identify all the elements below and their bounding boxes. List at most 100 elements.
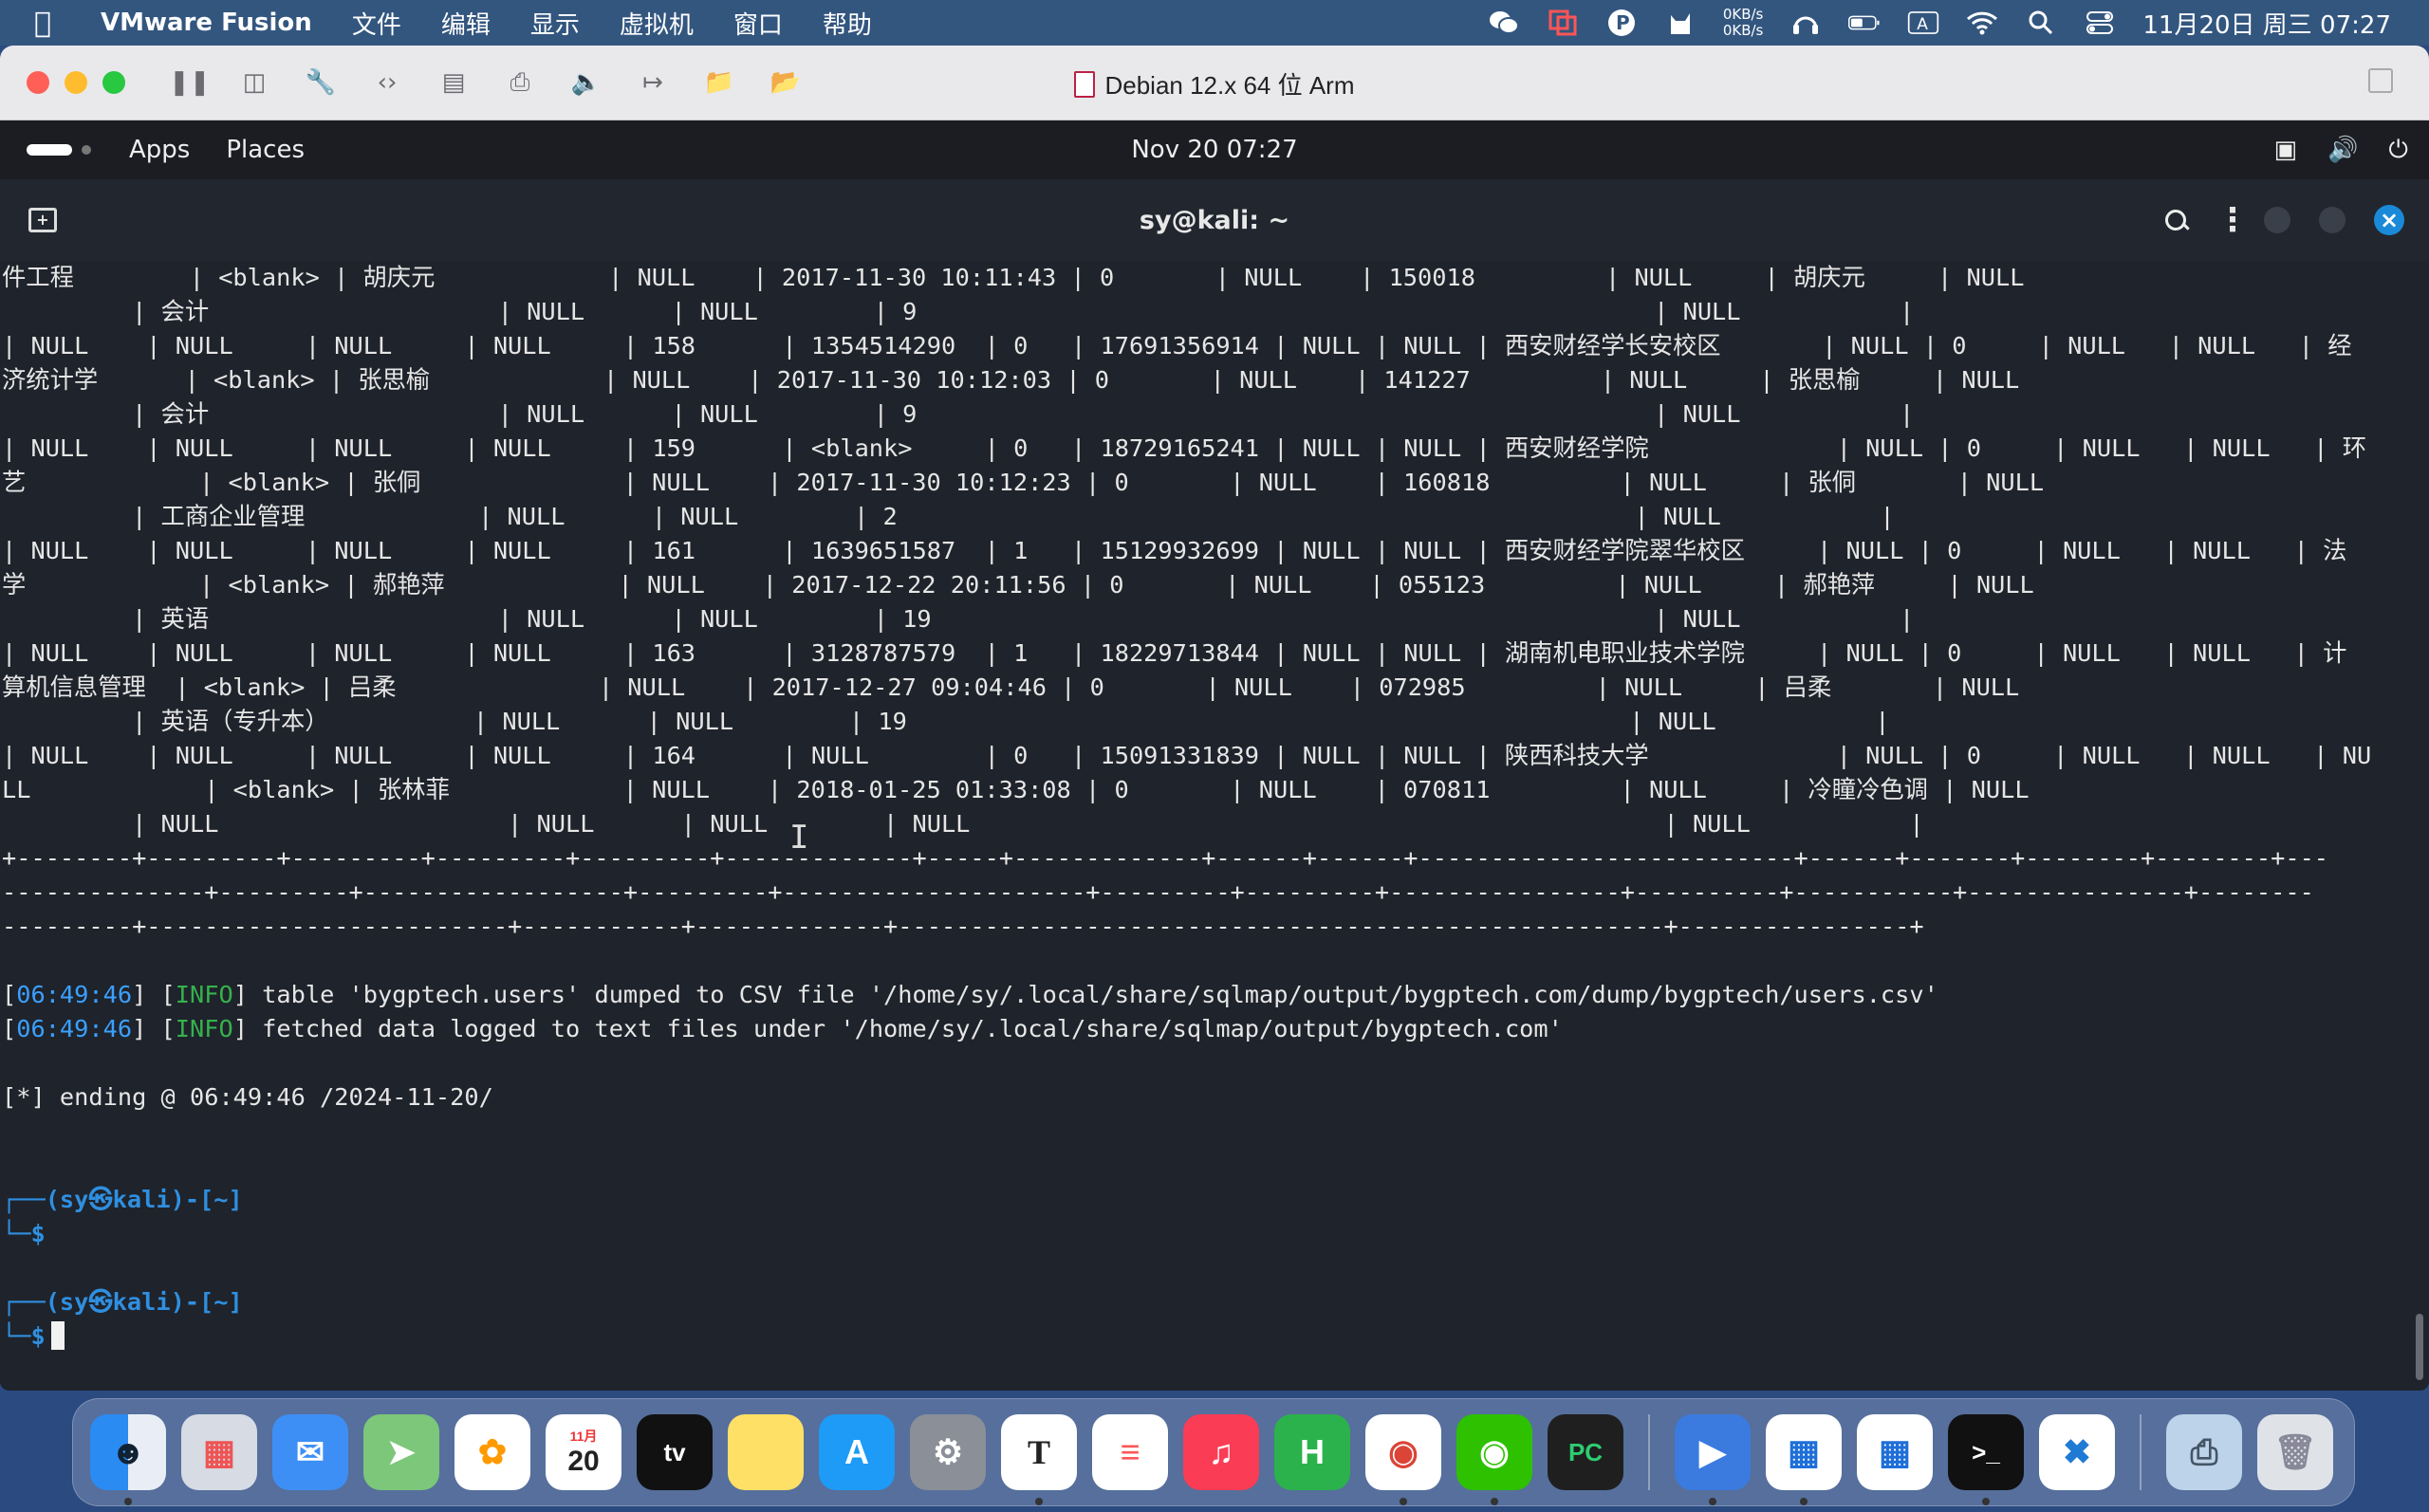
- terminal-headerbar: + sy@kali: ~ ⋮ ×: [0, 179, 2429, 261]
- macos-dock: ☻ ▦ ✉ ➤ ✿ 11月 20 tv A ⚙ T ≡ ♫ H ◉ ◉ PC ▶ …: [72, 1398, 2355, 1506]
- svg-text:P: P: [1616, 11, 1630, 34]
- maximize-dot-button[interactable]: [2319, 207, 2346, 233]
- gnome-datetime[interactable]: Nov 20 07:27: [0, 136, 2429, 164]
- log-level: INFO: [175, 1015, 233, 1042]
- table-line: | 会计 | NULL | NULL | 9 | NULL |: [2, 400, 1915, 428]
- trash-icon[interactable]: 🗑: [2257, 1414, 2333, 1490]
- menu-kebab-icon[interactable]: ⋮: [2216, 201, 2249, 239]
- wechat-status-icon[interactable]: [1488, 9, 1520, 37]
- photos-icon[interactable]: ✿: [454, 1414, 530, 1490]
- finder-icon[interactable]: ☻: [90, 1414, 166, 1505]
- gnome-top-bar: Apps Places Nov 20 07:27 ▣ 🔊 ⏻: [0, 120, 2429, 179]
- input-method-icon[interactable]: A: [1907, 9, 1939, 37]
- menu-vm[interactable]: 虚拟机: [620, 6, 694, 41]
- places-menu[interactable]: Places: [226, 136, 305, 164]
- log-timestamp: 06:49:46: [16, 981, 133, 1008]
- table-line: 艺 | <blank> | 张侗 | NULL | 2017-11-30 10:…: [2, 469, 2045, 496]
- battery-icon[interactable]: [1848, 9, 1881, 37]
- active-prompt[interactable]: └─$: [2, 1319, 2429, 1354]
- power-icon[interactable]: ⏻: [2388, 136, 2408, 165]
- apple-icon[interactable]: : [34, 7, 82, 40]
- table-border-line: --------------+---------+---------------…: [2, 878, 2314, 906]
- mail-icon[interactable]: ✉: [272, 1414, 348, 1490]
- menu-window[interactable]: 窗口: [733, 6, 783, 41]
- maps-icon[interactable]: ➤: [363, 1414, 439, 1490]
- dock-separator: [1648, 1414, 1650, 1490]
- text-cursor: [50, 1321, 65, 1350]
- system-settings-icon[interactable]: ⚙: [910, 1414, 986, 1490]
- table-line: | NULL | NULL | NULL | NULL | 161 | 1639…: [2, 537, 2347, 564]
- new-tab-icon[interactable]: +: [28, 208, 57, 232]
- launchpad-icon[interactable]: ▦: [181, 1414, 257, 1490]
- restore-window-icon[interactable]: [2368, 68, 2393, 93]
- vmware-fusion-icon[interactable]: ▦: [1766, 1414, 1842, 1505]
- music-icon[interactable]: ♫: [1183, 1414, 1259, 1490]
- wifi-icon[interactable]: [1966, 9, 1998, 37]
- menubar-status-area: P 0KB/s 0KB/s A 11月20日 周三 07:27: [1488, 6, 2391, 41]
- gnome-system-tray: ▣ 🔊 ⏻: [2273, 136, 2408, 165]
- ending-line: [*] ending @ 06:49:46 /2024-11-20/: [2, 1083, 493, 1111]
- minimize-dot-button[interactable]: [2264, 207, 2290, 233]
- typora-icon[interactable]: T: [1001, 1414, 1077, 1505]
- log-timestamp: 06:49:46: [16, 1015, 133, 1042]
- terminal-scrollbar[interactable]: [2416, 1314, 2423, 1380]
- app-store-icon[interactable]: A: [819, 1414, 895, 1490]
- table-line: | NULL | NULL | NULL | NULL | NULL |: [2, 810, 1924, 838]
- chrome-icon[interactable]: ◉: [1365, 1414, 1441, 1505]
- table-line: LL | <blank> | 张林菲 | NULL | 2018-01-25 0…: [2, 776, 2030, 803]
- prompt-header: ┌──(sy㉿kali)-[~]: [2, 1186, 243, 1213]
- log-message: table 'bygptech.users' dumped to CSV fil…: [247, 981, 1938, 1008]
- vmware-window: ❚❚ ◫ 🔧 ‹› ▤ ⎙ 🔈 ↦ 📁 📂 Debian 12.x 64 位 A…: [0, 46, 2429, 1391]
- table-line: | 英语 | NULL | NULL | 19 | NULL |: [2, 605, 1915, 633]
- menubar-clock[interactable]: 11月20日 周三 07:27: [2142, 6, 2391, 41]
- table-line: 学 | <blank> | 郝艳萍 | NULL | 2017-12-22 20…: [2, 571, 2034, 599]
- search-icon[interactable]: [2163, 208, 2188, 232]
- table-line: | NULL | NULL | NULL | NULL | 163 | 3128…: [2, 639, 2347, 667]
- table-line: | NULL | NULL | NULL | NULL | 164 | NULL…: [2, 742, 2372, 769]
- proxy-p-icon[interactable]: P: [1605, 9, 1638, 37]
- hbuilder-icon[interactable]: H: [1274, 1414, 1350, 1490]
- close-terminal-button[interactable]: ×: [2374, 205, 2404, 235]
- pycharm-icon[interactable]: PC: [1548, 1414, 1623, 1490]
- menu-file[interactable]: 文件: [352, 6, 401, 41]
- table-line: 算机信息管理 | <blank> | 吕柔 | NULL | 2017-12-2…: [2, 673, 2020, 701]
- terminal-icon[interactable]: >_: [1948, 1414, 2024, 1505]
- menu-edit[interactable]: 编辑: [441, 6, 491, 41]
- table-line: | 英语（专升本） | NULL | NULL | 19 | NULL |: [2, 708, 1890, 735]
- media-player-icon[interactable]: ▶: [1675, 1414, 1751, 1505]
- reminders-icon[interactable]: ≡: [1092, 1414, 1168, 1490]
- vmware-fusion-alt-icon[interactable]: ▦: [1857, 1414, 1933, 1490]
- control-center-icon[interactable]: [2084, 9, 2116, 37]
- menu-app-name[interactable]: VMware Fusion: [101, 9, 312, 37]
- downloads-folder-icon[interactable]: ⎙: [2166, 1414, 2242, 1490]
- log-message: fetched data logged to text files under …: [247, 1015, 1563, 1042]
- activities-indicator[interactable]: [27, 144, 91, 156]
- menu-help[interactable]: 帮助: [823, 6, 872, 41]
- spotlight-search-icon[interactable]: [2025, 9, 2057, 37]
- calendar-icon[interactable]: 11月 20: [546, 1414, 621, 1490]
- terminal-output[interactable]: 件工程 | <blank> | 胡庆元 | NULL | 2017-11-30 …: [0, 261, 2429, 1391]
- table-line: | NULL | NULL | NULL | NULL | 158 | 1354…: [2, 332, 2352, 360]
- table-line: | 会计 | NULL | NULL | 9 | NULL |: [2, 298, 1915, 325]
- screen-icon[interactable]: ▣: [2273, 136, 2297, 165]
- wechat-icon[interactable]: ◉: [1456, 1414, 1532, 1505]
- vscode-icon[interactable]: ✖: [2039, 1414, 2115, 1490]
- svg-text:A: A: [1918, 15, 1929, 34]
- notes-icon[interactable]: [728, 1414, 804, 1490]
- headphones-icon[interactable]: [1789, 9, 1822, 37]
- cat-status-icon[interactable]: [1664, 9, 1697, 37]
- terminal-text: 件工程 | <blank> | 胡庆元 | NULL | 2017-11-30 …: [0, 261, 2429, 1354]
- log-line: [06:49:46] [INFO] table 'bygptech.users'…: [2, 981, 1938, 1008]
- table-line: 济统计学 | <blank> | 张思榆 | NULL | 2017-11-30…: [2, 366, 2020, 394]
- parallels-status-icon[interactable]: [1547, 9, 1579, 37]
- menu-view[interactable]: 显示: [530, 6, 580, 41]
- table-line: | 工商企业管理 | NULL | NULL | 2 | NULL |: [2, 503, 1895, 530]
- volume-icon[interactable]: 🔊: [2327, 136, 2358, 165]
- apple-tv-icon[interactable]: tv: [637, 1414, 713, 1490]
- apps-menu[interactable]: Apps: [129, 136, 190, 164]
